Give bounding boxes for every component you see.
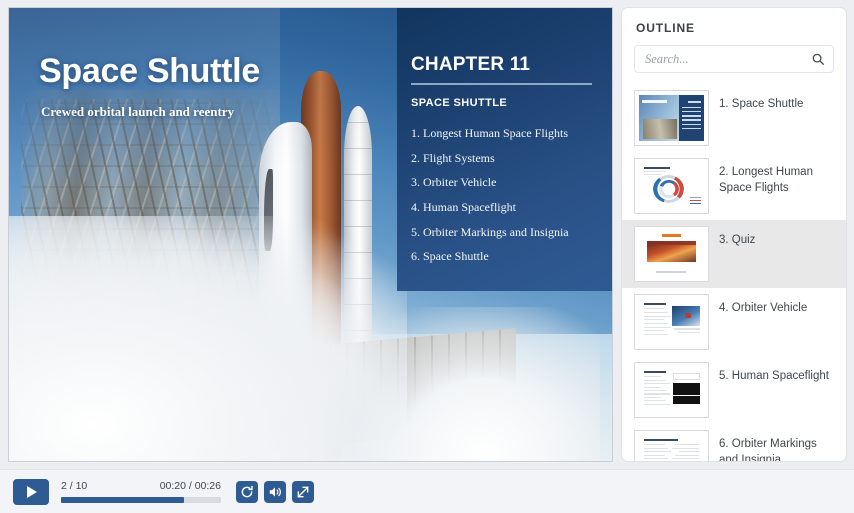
outline-item-1[interactable]: 1. Space Shuttle xyxy=(622,84,846,152)
outline-item-label: 6. Orbiter Markings and Insignia xyxy=(719,438,817,461)
outline-item-thumbnail xyxy=(634,158,709,214)
slide-stage: Space Shuttle Crewed orbital launch and … xyxy=(8,7,613,462)
outline-panel: OUTLINE 1. Space Shuttle 2. Longest Human… xyxy=(621,7,847,462)
chapter-divider xyxy=(411,83,592,85)
volume-icon xyxy=(269,487,281,497)
fullscreen-button[interactable] xyxy=(292,481,314,503)
outline-item-list[interactable]: 1. Space Shuttle 2. Longest Human Space F… xyxy=(622,80,846,461)
volume-button[interactable] xyxy=(264,481,286,503)
player-control-bar: 2 / 10 00:20 / 00:26 xyxy=(0,469,854,513)
chapter-topic-item: 1. Longest Human Space Flights xyxy=(411,126,568,140)
replay-button[interactable] xyxy=(236,481,258,503)
slide-counter: 2 / 10 xyxy=(61,480,88,492)
outline-item-4[interactable]: 4. Orbiter Vehicle xyxy=(622,288,846,356)
outline-item-label: 3. Quiz xyxy=(719,234,756,246)
slide-subtitle: Crewed orbital launch and reentry xyxy=(41,104,235,119)
chapter-panel: CHAPTER 11 SPACE SHUTTLE 1. Longest Huma… xyxy=(397,8,612,291)
outline-item-5[interactable]: 5. Human Spaceflight xyxy=(622,356,846,424)
play-icon xyxy=(26,486,37,498)
chapter-topic-list: 1. Longest Human Space Flights 2. Flight … xyxy=(411,126,596,264)
playback-meta: 2 / 10 00:20 / 00:26 xyxy=(61,480,221,492)
outline-item-thumbnail xyxy=(634,362,709,418)
chapter-topic-item: 4. Human Spaceflight xyxy=(411,200,516,215)
outline-item-label: 5. Human Spaceflight xyxy=(719,370,829,382)
time-display: 00:20 / 00:26 xyxy=(159,480,221,492)
search-icon[interactable] xyxy=(811,52,825,66)
outline-item-label: 2. Longest Human Space Flights xyxy=(719,166,813,194)
outline-item-6[interactable]: 6. Orbiter Markings and Insignia xyxy=(622,424,846,461)
chapter-topic-item: 2. Flight Systems xyxy=(411,150,495,165)
progress-bar[interactable] xyxy=(61,497,221,503)
course-player: Space Shuttle Crewed orbital launch and … xyxy=(0,0,854,513)
outline-item-label: 4. Orbiter Vehicle xyxy=(719,302,808,314)
search-box[interactable] xyxy=(634,45,834,73)
outline-header: OUTLINE xyxy=(636,21,695,35)
slide-title: Space Shuttle xyxy=(39,52,260,90)
outline-item-thumbnail xyxy=(634,430,709,461)
search-input[interactable] xyxy=(645,51,811,67)
chapter-topic-item: 5. Orbiter Markings and Insignia xyxy=(411,224,569,239)
outline-item-2[interactable]: 2. Longest Human Space Flights xyxy=(622,152,846,220)
outline-item-thumbnail xyxy=(634,294,709,350)
chapter-number: CHAPTER 11 xyxy=(411,54,531,75)
chapter-name: SPACE SHUTTLE xyxy=(411,97,508,109)
outline-item-label: 1. Space Shuttle xyxy=(719,98,804,110)
replay-icon xyxy=(241,485,253,498)
progress-bar-fill xyxy=(61,497,185,503)
outline-item-3[interactable]: 3. Quiz xyxy=(622,220,846,288)
play-button[interactable] xyxy=(13,479,49,505)
outline-item-thumbnail xyxy=(634,226,709,282)
outline-item-thumbnail xyxy=(634,90,709,146)
chapter-topic-item: 6. Space Shuttle xyxy=(411,249,489,264)
fullscreen-icon xyxy=(297,486,309,498)
chapter-topic-item: 3. Orbiter Vehicle xyxy=(411,175,497,190)
